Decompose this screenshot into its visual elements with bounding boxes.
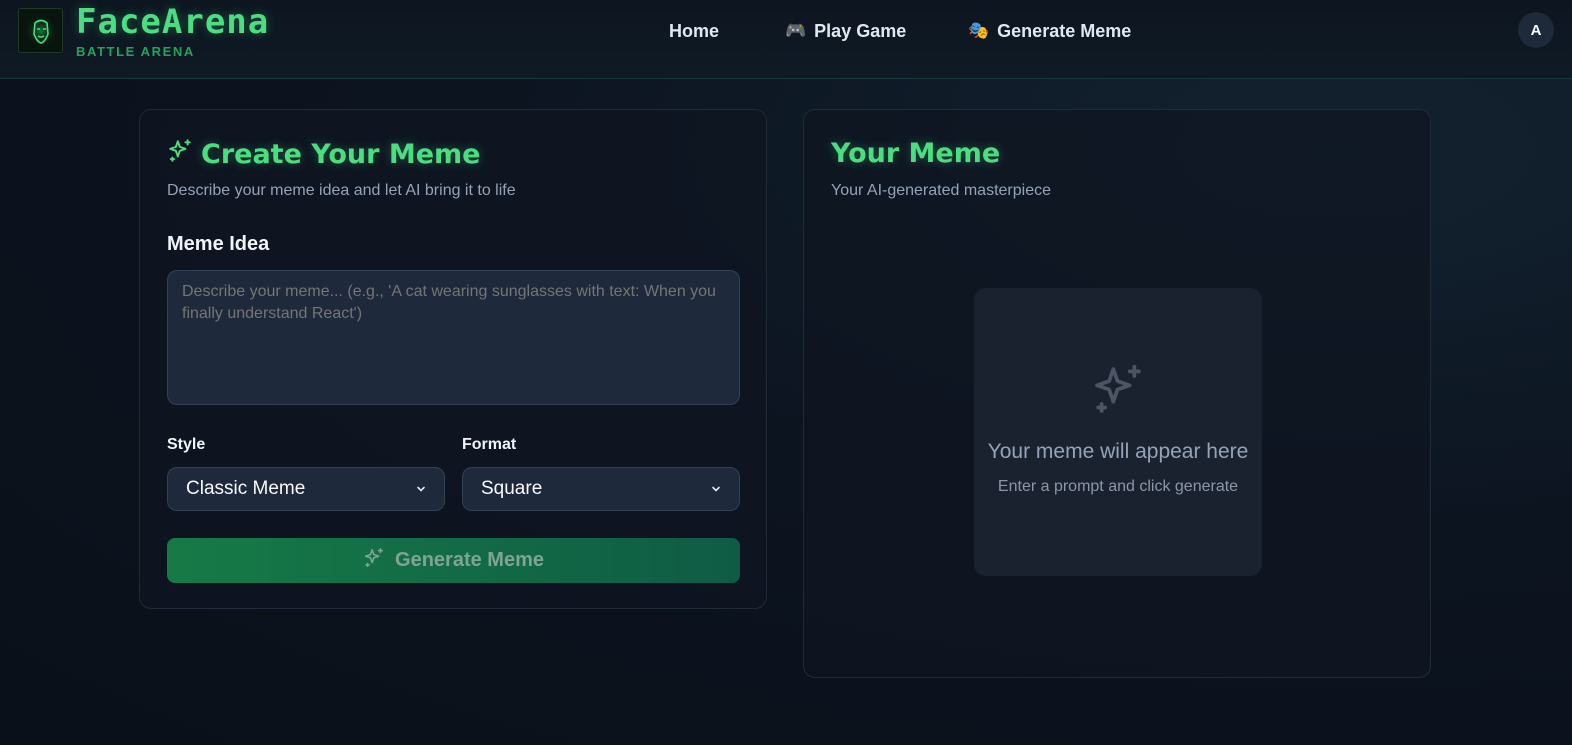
meme-placeholder: Your meme will appear here Enter a promp… — [974, 288, 1262, 576]
create-meme-title: Create Your Meme — [167, 138, 480, 171]
format-label: Format — [462, 436, 517, 453]
style-label: Style — [167, 436, 206, 453]
your-meme-subtitle: Your AI-generated masterpiece — [831, 182, 1051, 199]
top-header: FaceArena BATTLE ARENA Home 🎮 Play Game … — [0, 0, 1572, 79]
brand-tagline: BATTLE ARENA — [76, 44, 195, 59]
create-meme-card: Create Your Meme Describe your meme idea… — [139, 109, 767, 609]
placeholder-subtitle: Enter a prompt and click generate — [997, 478, 1239, 495]
face-logo-icon[interactable] — [18, 8, 63, 53]
chevron-down-icon — [712, 486, 720, 492]
format-select[interactable]: Square — [462, 467, 740, 511]
format-select-value: Square — [481, 478, 543, 499]
generate-meme-button[interactable]: Generate Meme — [167, 538, 740, 583]
theater-masks-icon: 🎭 — [968, 21, 990, 40]
brand-name[interactable]: FaceArena — [76, 2, 269, 42]
nav-home[interactable]: Home — [669, 19, 719, 43]
meme-idea-label: Meme Idea — [167, 233, 270, 255]
create-meme-title-text: Create Your Meme — [201, 139, 481, 170]
nav-generate-meme-label: Generate Meme — [997, 20, 1132, 41]
nav-play-game-label: Play Game — [814, 20, 907, 41]
your-meme-card: Your Meme Your AI-generated masterpiece … — [803, 109, 1431, 678]
style-select-value: Classic Meme — [186, 478, 306, 499]
nav-generate-meme[interactable]: 🎭 Generate Meme — [968, 19, 1131, 43]
gamepad-icon: 🎮 — [785, 21, 807, 40]
nav-home-label: Home — [669, 20, 720, 41]
sparkles-icon — [363, 547, 385, 575]
nav-play-game[interactable]: 🎮 Play Game — [785, 19, 906, 43]
chevron-down-icon — [417, 486, 425, 492]
sparkles-icon — [167, 138, 193, 171]
avatar[interactable]: A — [1518, 12, 1554, 48]
sparkles-icon — [1090, 362, 1146, 423]
style-select[interactable]: Classic Meme — [167, 467, 445, 511]
create-meme-subtitle: Describe your meme idea and let AI bring… — [167, 182, 516, 199]
your-meme-title: Your Meme — [831, 138, 1001, 169]
meme-idea-input[interactable] — [167, 270, 740, 405]
generate-meme-button-label: Generate Meme — [395, 549, 544, 571]
placeholder-title: Your meme will appear here — [987, 440, 1249, 463]
